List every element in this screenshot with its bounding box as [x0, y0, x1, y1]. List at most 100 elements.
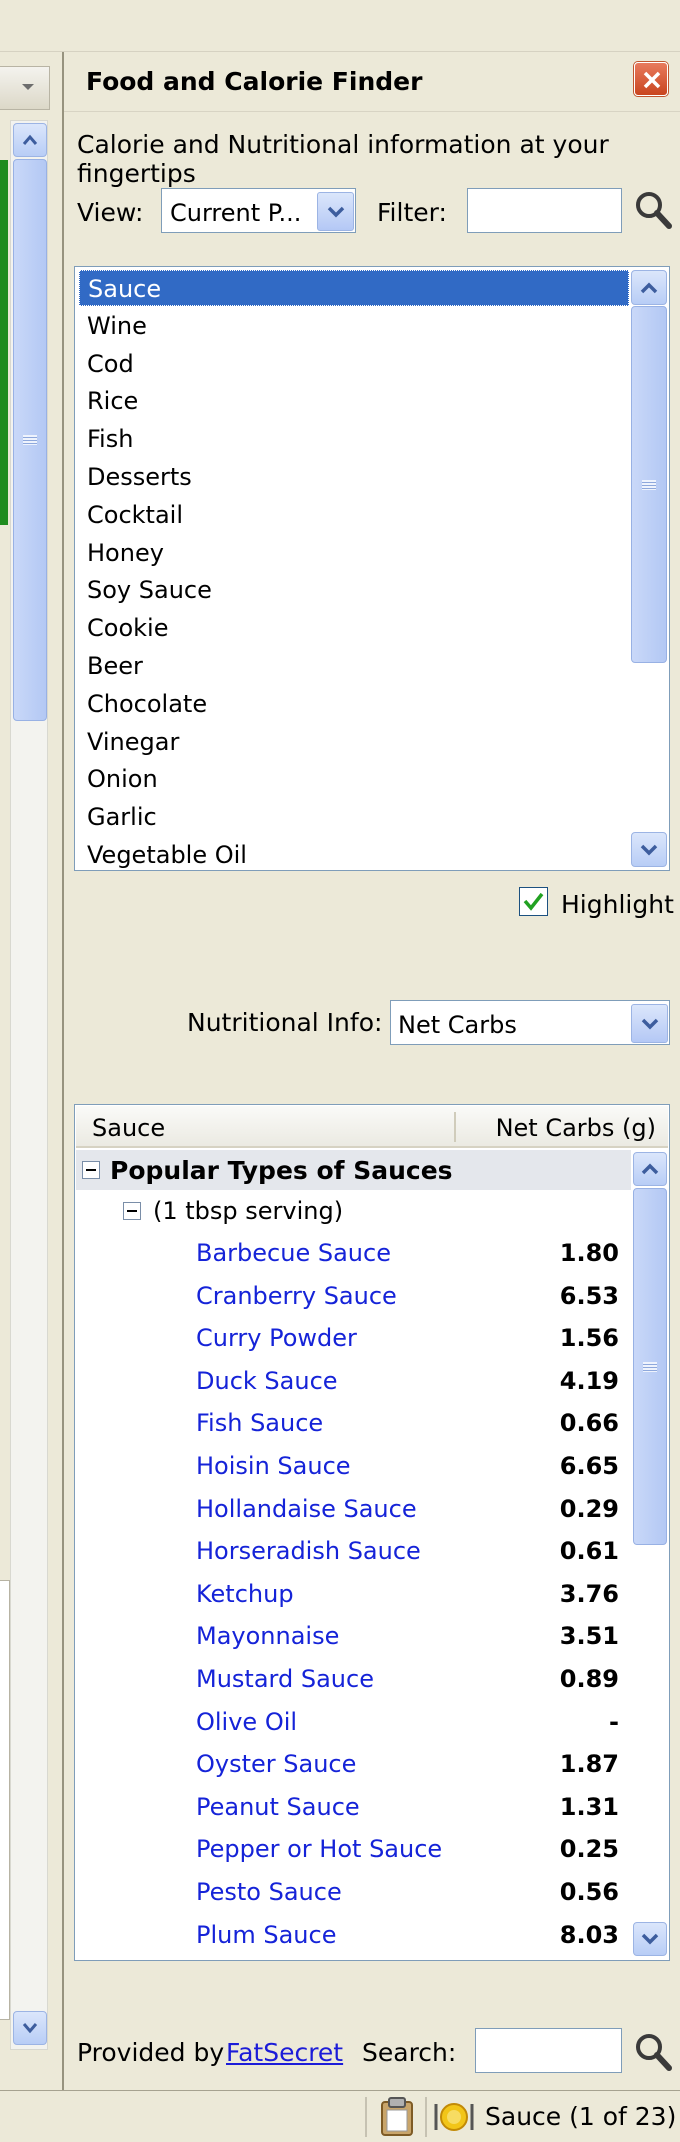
table-row[interactable]: Barbecue Sauce 1.80 — [76, 1232, 631, 1274]
list-scroll-up-button[interactable] — [631, 270, 667, 305]
grid-scroll-down-button[interactable] — [633, 1922, 667, 1956]
column-header-value[interactable]: Net Carbs (g) — [496, 1114, 656, 1142]
net-carbs-value: 0.25 — [559, 1835, 619, 1864]
food-name-link[interactable]: Ketchup — [196, 1580, 294, 1608]
search-label: Search: — [362, 2038, 457, 2067]
table-row[interactable]: Pesto Sauce 0.56 — [76, 1871, 631, 1913]
table-row[interactable]: Pepper or Hot Sauce 0.25 — [76, 1828, 631, 1870]
food-name-link[interactable]: Hoisin Sauce — [196, 1452, 351, 1480]
group-row[interactable]: Popular Types of Sauces — [76, 1150, 631, 1190]
food-name-link[interactable]: Hollandaise Sauce — [196, 1495, 417, 1523]
food-name-link[interactable]: Pepper or Hot Sauce — [196, 1835, 442, 1863]
provided-by-label: Provided by — [77, 2038, 225, 2067]
net-carbs-value: 0.66 — [559, 1409, 619, 1438]
list-item[interactable]: Fish — [79, 421, 629, 457]
left-scroll-up-button[interactable] — [13, 123, 47, 157]
list-item[interactable]: Chocolate — [79, 686, 629, 722]
nutritional-info-dropdown-button[interactable] — [631, 1004, 668, 1043]
table-row[interactable]: Olive Oil - — [76, 1701, 631, 1743]
food-name-link[interactable]: Oyster Sauce — [196, 1750, 356, 1778]
list-item[interactable]: Garlic — [79, 799, 629, 835]
list-item[interactable]: Honey — [79, 535, 629, 571]
net-carbs-value: 3.76 — [559, 1579, 619, 1608]
list-item[interactable]: Cocktail — [79, 497, 629, 533]
table-row[interactable]: Hollandaise Sauce 0.29 — [76, 1488, 631, 1530]
chevron-down-icon — [22, 2023, 38, 2034]
left-scroll-down-button[interactable] — [13, 2011, 47, 2045]
column-header-food[interactable]: Sauce — [92, 1114, 165, 1142]
left-pane-dropdown-button[interactable] — [0, 66, 50, 110]
food-name-link[interactable]: Mayonnaise — [196, 1622, 339, 1650]
food-name-link[interactable]: Duck Sauce — [196, 1367, 338, 1395]
list-item[interactable]: Rice — [79, 383, 629, 419]
status-bar: Sauce (1 of 23) — [0, 2090, 680, 2142]
list-item[interactable]: Desserts — [79, 459, 629, 495]
list-item[interactable]: Soy Sauce — [79, 572, 629, 608]
search-button[interactable] — [633, 2030, 673, 2074]
panel-divider[interactable] — [62, 52, 64, 2090]
table-row[interactable]: Ketchup 3.76 — [76, 1573, 631, 1615]
list-item[interactable]: Cod — [79, 346, 629, 382]
collapse-icon[interactable] — [82, 1161, 100, 1179]
table-row[interactable]: Oyster Sauce 1.87 — [76, 1743, 631, 1785]
table-row[interactable]: Peanut Sauce 1.31 — [76, 1786, 631, 1828]
collapse-icon[interactable] — [123, 1202, 141, 1220]
food-name-link[interactable]: Mustard Sauce — [196, 1665, 374, 1693]
highlight-checkbox[interactable] — [519, 887, 548, 916]
food-list[interactable]: Sauce Wine Cod Rice Fish Desserts Cocktail Hone… — [74, 266, 670, 871]
checkmark-icon — [523, 892, 544, 911]
close-button[interactable] — [634, 62, 668, 96]
table-row[interactable]: Hoisin Sauce 6.65 — [76, 1445, 631, 1487]
table-row[interactable]: Fish Sauce 0.66 — [76, 1402, 631, 1444]
list-item[interactable]: Beer — [79, 648, 629, 684]
grip-icon — [23, 435, 37, 445]
filter-search-button[interactable] — [633, 188, 673, 232]
table-row[interactable]: Horseradish Sauce 0.61 — [76, 1530, 631, 1572]
list-scroll-thumb[interactable] — [631, 306, 667, 663]
filter-input[interactable] — [467, 188, 622, 233]
food-name-link[interactable]: Olive Oil — [196, 1708, 297, 1736]
clipboard-icon[interactable] — [378, 2097, 416, 2141]
left-pane-scrollbar[interactable] — [10, 120, 48, 2050]
food-name-link[interactable]: Barbecue Sauce — [196, 1239, 391, 1267]
food-name-link[interactable]: Curry Powder — [196, 1324, 357, 1352]
left-scroll-thumb[interactable] — [13, 159, 47, 721]
list-item[interactable]: Cookie — [79, 610, 629, 646]
food-name-link[interactable]: Horseradish Sauce — [196, 1537, 421, 1565]
list-item[interactable]: Sauce — [79, 270, 629, 306]
list-item[interactable]: Vinegar — [79, 724, 629, 760]
table-row[interactable]: Mayonnaise 3.51 — [76, 1615, 631, 1657]
grid-scrollbar[interactable] — [631, 1150, 669, 1959]
chevron-up-icon — [640, 282, 658, 293]
table-row[interactable]: Mustard Sauce 0.89 — [76, 1658, 631, 1700]
search-input[interactable] — [475, 2028, 622, 2073]
list-scroll-down-button[interactable] — [631, 832, 667, 867]
grid-scroll-thumb[interactable] — [633, 1188, 667, 1545]
view-dropdown[interactable]: Current P... — [161, 188, 356, 233]
net-carbs-value: 0.56 — [559, 1878, 619, 1906]
table-row[interactable]: Duck Sauce 4.19 — [76, 1360, 631, 1402]
table-row[interactable]: Cranberry Sauce 6.53 — [76, 1275, 631, 1317]
net-carbs-value: 0.61 — [559, 1537, 619, 1566]
column-divider[interactable] — [454, 1112, 456, 1142]
food-name-link[interactable]: Pesto Sauce — [196, 1878, 342, 1906]
highlight-label[interactable]: Highlight — [561, 890, 674, 919]
nutrition-grid[interactable]: Sauce Net Carbs (g) Popular Types of Sau… — [74, 1104, 670, 1961]
view-dropdown-button[interactable] — [317, 192, 354, 231]
nutritional-info-dropdown[interactable]: Net Carbs — [390, 1000, 670, 1045]
table-row[interactable]: Curry Powder 1.56 — [76, 1317, 631, 1359]
food-plate-icon[interactable] — [432, 2101, 476, 2137]
table-row[interactable]: Plum Sauce 8.03 — [76, 1914, 631, 1956]
list-item[interactable]: Wine — [79, 308, 629, 344]
provider-link[interactable]: FatSecret — [226, 2038, 343, 2067]
list-item[interactable]: Onion — [79, 761, 629, 797]
chevron-down-icon — [22, 84, 34, 90]
food-name-link[interactable]: Peanut Sauce — [196, 1793, 360, 1821]
food-list-scrollbar[interactable] — [629, 268, 669, 869]
grid-header: Sauce Net Carbs (g) — [76, 1106, 668, 1148]
list-item[interactable]: Vegetable Oil — [79, 837, 629, 873]
food-name-link[interactable]: Plum Sauce — [196, 1921, 336, 1949]
grid-scroll-up-button[interactable] — [633, 1152, 667, 1186]
food-name-link[interactable]: Fish Sauce — [196, 1409, 323, 1437]
food-name-link[interactable]: Cranberry Sauce — [196, 1282, 397, 1310]
